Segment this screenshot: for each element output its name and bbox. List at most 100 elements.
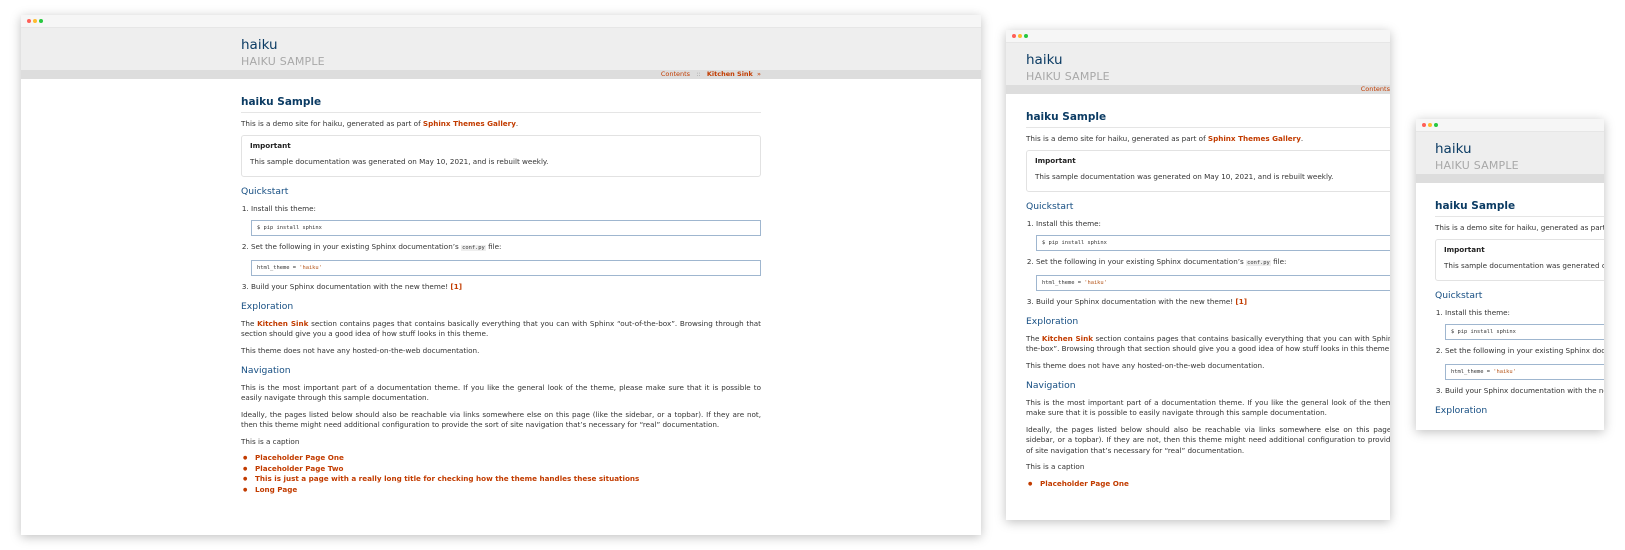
- toc-link[interactable]: Long Page: [255, 485, 297, 494]
- toc-caption: This is a caption: [1026, 462, 1085, 471]
- code-key: html_theme =: [1042, 279, 1085, 286]
- kitchen-sink-link[interactable]: Kitchen Sink: [257, 319, 308, 328]
- navigation-paragraph-1: This is the most important part of a doc…: [1026, 397, 1390, 418]
- important-admonition: Important This sample documentation was …: [1435, 239, 1604, 281]
- code-block[interactable]: html_theme = 'haiku': [1445, 363, 1604, 380]
- site-title[interactable]: haiku: [1435, 141, 1472, 157]
- site-header: haiku HAIKU SAMPLE: [1006, 43, 1390, 85]
- code-block[interactable]: $ pip install sphinx: [1445, 324, 1604, 340]
- admonition-body: This sample documentation was generated …: [250, 156, 549, 166]
- step2-text: Set the following in your existing Sphin…: [251, 242, 462, 251]
- step-item: Install this theme: $ pip install sphinx: [1445, 307, 1604, 340]
- admonition-title: Important: [1444, 245, 1485, 254]
- nav-contents-link[interactable]: Contents: [661, 70, 690, 78]
- quickstart-heading: Quickstart: [1026, 201, 1074, 212]
- exploration-text: The: [1026, 333, 1042, 343]
- toc-link[interactable]: Placeholder Page Two: [255, 464, 343, 473]
- maximize-dot-icon: [1434, 123, 1438, 127]
- toc-link[interactable]: Placeholder Page One: [255, 453, 344, 462]
- toc-item: Long Page: [243, 485, 761, 496]
- kitchen-sink-link[interactable]: Kitchen Sink: [1042, 334, 1093, 343]
- exploration-heading: Exploration: [1435, 405, 1488, 416]
- intro-paragraph: This is a demo site for haiku, generated…: [1026, 134, 1390, 145]
- intro-text: This is a demo site for haiku, generated…: [241, 118, 423, 128]
- preview-window-mobile: haiku HAIKU SAMPLE haiku Sample This is …: [1416, 119, 1604, 430]
- step-item: Build your Sphinx documentation with the…: [1036, 297, 1390, 308]
- nav-kitchen-sink-link[interactable]: Kitchen Sink: [707, 70, 753, 78]
- code-block[interactable]: html_theme = 'haiku': [1036, 274, 1390, 291]
- toc-link[interactable]: This is just a page with a really long t…: [255, 474, 639, 483]
- minimize-dot-icon: [1428, 123, 1432, 127]
- code-string: 'haiku': [299, 264, 322, 271]
- exploration-note: This theme does not have any hosted-on-t…: [1026, 360, 1265, 370]
- step1-text: Install this theme:: [251, 203, 316, 213]
- page-title: haiku Sample: [241, 97, 761, 113]
- step3-text: Build your Sphinx documentation with the…: [1445, 385, 1604, 395]
- site-header: haiku HAIKU SAMPLE: [21, 28, 981, 70]
- site-title[interactable]: haiku: [241, 37, 278, 53]
- site-title[interactable]: haiku: [1026, 52, 1063, 68]
- exploration-paragraph: The Kitchen Sink section contains pages …: [241, 319, 761, 340]
- window-titlebar: [1416, 119, 1604, 132]
- step-item: Install this theme: $ pip install sphinx: [1036, 219, 1390, 251]
- intro-suffix: .: [1300, 133, 1304, 143]
- important-admonition: Important This sample documentation was …: [1026, 150, 1390, 192]
- step-item: Build your Sphinx documentation with the…: [251, 282, 761, 293]
- site-header: haiku HAIKU SAMPLE: [1416, 132, 1604, 174]
- exploration-text: The: [241, 318, 258, 328]
- nav-contents-link[interactable]: Contents: [1361, 85, 1390, 93]
- close-dot-icon: [1012, 34, 1016, 38]
- inline-code: conf.py: [461, 245, 486, 251]
- main-content: haiku Sample This is a demo site for hai…: [1435, 201, 1604, 423]
- toc-caption: This is a caption: [241, 436, 300, 446]
- preview-window-tablet: haiku HAIKU SAMPLE Contents haiku Sample…: [1006, 30, 1390, 520]
- toc-item: Placeholder Page One: [1028, 479, 1390, 490]
- window-titlebar: [21, 15, 981, 28]
- step3-text: Build your Sphinx documentation with the…: [1036, 296, 1236, 306]
- toc-item: Placeholder Page One: [243, 453, 761, 464]
- maximize-dot-icon: [1024, 34, 1028, 38]
- footnote-ref-link[interactable]: [1]: [1235, 297, 1247, 306]
- inline-code: conf.py: [1246, 260, 1271, 266]
- quickstart-steps: Install this theme: $ pip install sphinx…: [241, 204, 761, 293]
- step1-text: Install this theme:: [1445, 307, 1510, 317]
- toc-item: This is just a page with a really long t…: [243, 474, 761, 485]
- code-key: html_theme =: [1451, 368, 1494, 375]
- maximize-dot-icon: [39, 19, 43, 23]
- intro-text: This is a demo site for haiku, generated…: [1435, 222, 1604, 232]
- code-block[interactable]: $ pip install sphinx: [1036, 235, 1390, 251]
- sphinx-themes-gallery-link[interactable]: Sphinx Themes Gallery: [1208, 134, 1301, 143]
- footnote-ref-link[interactable]: [1]: [450, 282, 462, 291]
- code-block[interactable]: $ pip install sphinx: [251, 220, 761, 236]
- code-string: 'haiku': [1493, 368, 1516, 375]
- intro-paragraph: This is a demo site for haiku, generated…: [1435, 223, 1604, 234]
- admonition-title: Important: [1035, 156, 1076, 165]
- toc-list: Placeholder Page One Placeholder Page Tw…: [241, 453, 761, 495]
- step-item: Set the following in your existing Sphin…: [1445, 346, 1604, 380]
- code-block[interactable]: html_theme = 'haiku': [251, 259, 761, 276]
- minimize-dot-icon: [33, 19, 37, 23]
- step2-text: Set the following in your existing Sphin…: [1445, 346, 1604, 355]
- quickstart-heading: Quickstart: [1435, 290, 1483, 301]
- site-subtitle: HAIKU SAMPLE: [1026, 70, 1110, 83]
- top-navigation: [1416, 174, 1604, 183]
- important-admonition: Important This sample documentation was …: [241, 135, 761, 177]
- close-dot-icon: [1422, 123, 1426, 127]
- exploration-heading: Exploration: [241, 301, 294, 312]
- exploration-suffix: section contains pages that contains bas…: [241, 318, 761, 339]
- sphinx-themes-gallery-link[interactable]: Sphinx Themes Gallery: [423, 119, 516, 128]
- intro-text: This is a demo site for haiku, generated…: [1026, 133, 1208, 143]
- nav-next-arrow[interactable]: »: [757, 70, 761, 78]
- toc-list: Placeholder Page One: [1026, 479, 1390, 490]
- step3-text: Build your Sphinx documentation with the…: [251, 281, 451, 291]
- toc-link[interactable]: Placeholder Page One: [1040, 479, 1129, 488]
- admonition-body: This sample documentation was generated …: [1035, 171, 1334, 181]
- main-content: haiku Sample This is a demo site for hai…: [1026, 112, 1390, 489]
- navigation-paragraph-2: Ideally, the pages listed below should a…: [1026, 424, 1390, 455]
- intro-paragraph: This is a demo site for haiku, generated…: [241, 119, 761, 130]
- page-title: haiku Sample: [1026, 112, 1390, 128]
- step-item: Install this theme: $ pip install sphinx: [251, 203, 761, 236]
- admonition-title: Important: [250, 141, 291, 150]
- window-titlebar: [1006, 30, 1390, 43]
- step2-suffix: file:: [1270, 257, 1287, 266]
